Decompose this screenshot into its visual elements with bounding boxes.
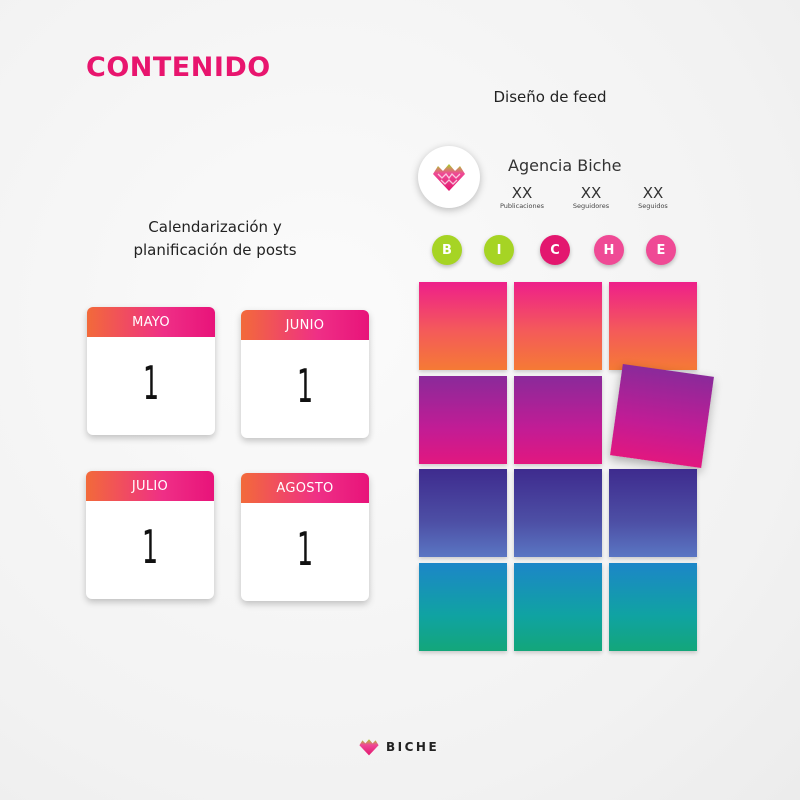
feed-post[interactable] [419, 282, 507, 370]
feed-post[interactable] [419, 563, 507, 651]
calendar-month: AGOSTO [241, 473, 369, 503]
page-title: CONTENIDO [86, 52, 271, 83]
feed-post[interactable] [514, 376, 602, 464]
calendar-day: 1 [142, 356, 160, 410]
feed-post[interactable] [419, 376, 507, 464]
calendar-month: MAYO [87, 307, 215, 337]
biche-heart-logo-icon [359, 739, 379, 756]
stat-label: Seguidos [638, 202, 668, 210]
stat-label: Publicaciones [499, 202, 545, 210]
highlight-e[interactable]: E [646, 235, 676, 265]
avatar[interactable] [418, 146, 480, 208]
stat-value: XX [642, 184, 664, 202]
stat-value: XX [580, 184, 602, 202]
calendar-day: 1 [296, 359, 314, 413]
calendar-card-mayo: MAYO 1 [87, 307, 215, 435]
feed-post-tilted[interactable] [610, 364, 714, 468]
highlight-i[interactable]: I [484, 235, 514, 265]
calendar-month: JUNIO [241, 310, 369, 340]
calendar-day: 1 [296, 522, 314, 576]
calendar-heading-line-1: Calendarización y [148, 218, 282, 236]
stat-seguidores: XX Seguidores [556, 184, 626, 210]
highlight-c[interactable]: C [540, 235, 570, 265]
profile-name: Agencia Biche [508, 156, 622, 175]
calendar-heading: Calendarización y planificación de posts [110, 216, 320, 262]
feed-post[interactable] [609, 469, 697, 557]
calendar-day: 1 [141, 520, 159, 574]
feed-post[interactable] [609, 563, 697, 651]
feed-post[interactable] [419, 469, 507, 557]
calendar-month: JULIO [86, 471, 214, 501]
calendar-card-julio: JULIO 1 [86, 471, 214, 599]
stat-publicaciones: XX Publicaciones [487, 184, 557, 210]
biche-heart-logo-icon [433, 164, 465, 191]
calendar-card-agosto: AGOSTO 1 [241, 473, 369, 601]
highlight-b[interactable]: B [432, 235, 462, 265]
stat-seguidos: XX Seguidos [618, 184, 688, 210]
stat-label: Seguidores [572, 202, 610, 210]
feed-heading: Diseño de feed [493, 88, 607, 106]
feed-post[interactable] [514, 563, 602, 651]
footer-brand: BICHE [358, 738, 439, 756]
highlight-h[interactable]: H [594, 235, 624, 265]
feed-post[interactable] [514, 282, 602, 370]
calendar-heading-line-2: planificación de posts [133, 241, 297, 259]
feed-post[interactable] [514, 469, 602, 557]
calendar-card-junio: JUNIO 1 [241, 310, 369, 438]
stat-value: XX [511, 184, 533, 202]
footer-brand-text: BICHE [386, 740, 440, 754]
feed-post[interactable] [609, 282, 697, 370]
